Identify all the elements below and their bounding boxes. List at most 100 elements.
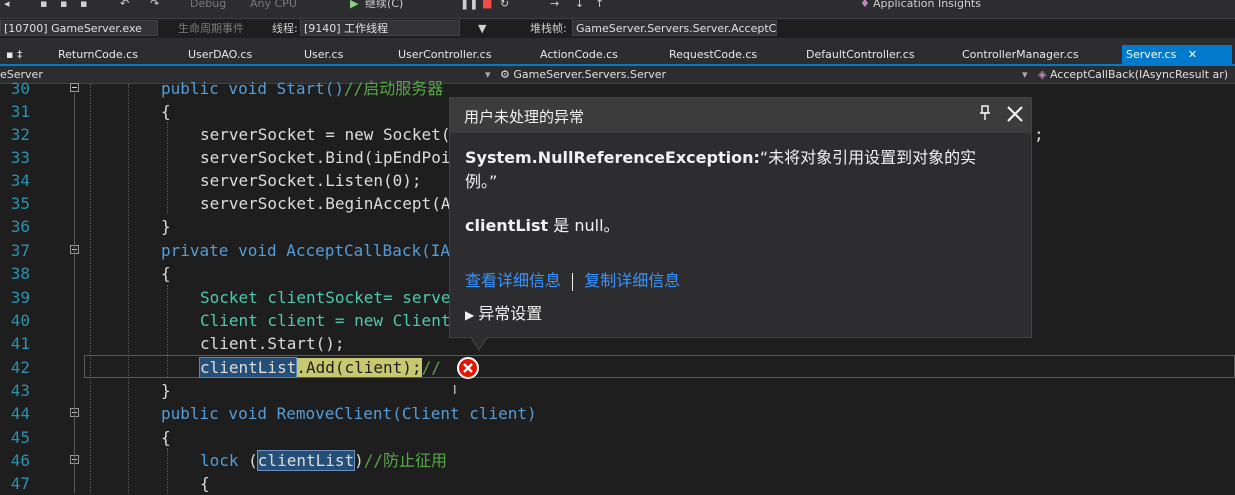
process-combo[interactable]: [10700] GameServer.exe (0, 20, 158, 36)
undo-icon[interactable]: ↶ (120, 0, 129, 11)
exception-links: 查看详细信息 复制详细信息 (465, 269, 680, 293)
tab-returncode[interactable]: ReturnCode.cs (58, 45, 138, 65)
line-number: 30 (10, 79, 30, 98)
current-statement-highlight: .Add(client); (296, 358, 422, 377)
tab-requestcode[interactable]: RequestCode.cs (669, 45, 757, 65)
collapse-toggle[interactable] (70, 83, 79, 92)
debug-toolbar: ◂ ▪ ▪ ▪ ↶ ↷ Debug Any CPU ▶ 继续(C) ❚❚ ■ ↻… (0, 0, 1235, 36)
save-icon[interactable]: ▪ (80, 0, 87, 11)
stackframe-combo[interactable]: GameServer.Servers.Server.AcceptCall (572, 20, 777, 36)
line-number: 34 (10, 171, 30, 190)
code-token: public void Start() (161, 79, 345, 98)
member-dropdown-label: AcceptCallBack(IAsyncResult ar) (1049, 68, 1229, 81)
code-line[interactable]: { (200, 472, 210, 495)
code-line[interactable]: lock (clientList)//防止征用 (200, 449, 447, 472)
code-line[interactable]: } (161, 379, 171, 402)
pin-icon[interactable]: ▪ ‡ (6, 45, 22, 65)
code-line[interactable]: private void AcceptCallBack(IAs (161, 239, 460, 262)
code-line[interactable]: serverSocket.Listen(0); (200, 169, 422, 192)
stop-icon[interactable]: ■ (482, 0, 492, 11)
exception-header: 用户未处理的异常 (450, 98, 1031, 133)
code-comment: //防止征用 (363, 451, 448, 470)
restart-icon[interactable]: ↻ (500, 0, 509, 11)
exception-detail-text: 是 null。 (548, 216, 620, 235)
platform-combo[interactable]: Any CPU (250, 0, 297, 11)
exception-type: System.NullReferenceException: (465, 148, 760, 167)
member-dropdown[interactable]: ◈ AcceptCallBack(IAsyncResult ar) (1038, 67, 1228, 82)
code-line[interactable]: public void Start()//启动服务器 (161, 77, 443, 100)
indent-guide (167, 448, 168, 494)
redo-icon[interactable]: ↷ (150, 0, 159, 11)
line-number: 46 (10, 451, 30, 470)
code-keyword: lock (200, 451, 239, 470)
tab-server-active[interactable]: Server.cs ✕ (1122, 45, 1232, 65)
code-line[interactable]: serverSocket.Bind(ipEndPoi (200, 146, 450, 169)
class-dropdown-label: GameServer.Servers.Server (513, 68, 667, 81)
code-line-exception[interactable]: clientList.Add(client);// (198, 356, 441, 379)
app-insights-button[interactable]: Application Insights (873, 0, 981, 11)
code-line[interactable]: } (161, 215, 171, 238)
code-line[interactable]: serverSocket.BeginAccept(Ac (200, 192, 460, 215)
exception-message: System.NullReferenceException:“未将对象引用设置到… (465, 146, 976, 170)
thread-label: 线程: (272, 22, 298, 35)
tab-server-label: Server.cs (1126, 48, 1177, 61)
code-line[interactable]: Client client = new Client (200, 309, 450, 332)
line-number: 41 (10, 334, 30, 353)
tab-close-icon[interactable]: ✕ (1188, 48, 1197, 61)
expand-arrow-icon: ▶ (465, 308, 475, 322)
back-icon[interactable]: ◂ (4, 0, 10, 11)
code-line[interactable]: { (161, 100, 171, 123)
exception-settings-toggle[interactable]: ▶ 异常设置 (465, 302, 542, 327)
step-over-icon[interactable]: → (550, 0, 559, 11)
code-comment: // (421, 358, 441, 377)
code-line[interactable]: { (161, 426, 171, 449)
play-icon[interactable]: ▶ (350, 0, 358, 11)
tab-user[interactable]: User.cs (304, 45, 343, 65)
filter-icon[interactable]: ▼ (478, 22, 486, 36)
step-into-icon[interactable]: ↓ (575, 0, 584, 11)
exception-detail-var: clientList (465, 216, 549, 235)
config-combo[interactable]: Debug (190, 0, 226, 11)
tab-userdao[interactable]: UserDAO.cs (188, 45, 252, 65)
code-line[interactable]: client.Start(); (200, 332, 345, 355)
line-number: 33 (10, 148, 30, 167)
close-icon[interactable] (1006, 105, 1024, 126)
stackframe-label: 堆栈帧: (530, 22, 567, 35)
text-cursor-icon: I (453, 383, 457, 397)
exception-message-text: “未将对象引用设置到对象的实 (759, 148, 977, 167)
line-number: 31 (10, 102, 30, 121)
exception-settings-label: 异常设置 (478, 304, 543, 323)
tab-actioncode[interactable]: ActionCode.cs (540, 45, 618, 65)
pin-icon[interactable] (979, 105, 991, 125)
code-line-tail: ; (1034, 125, 1044, 144)
class-dropdown-arrow-icon[interactable]: ▾ (1022, 67, 1028, 82)
selected-identifier: clientList (198, 357, 298, 378)
new-project-icon[interactable]: ▪ (40, 0, 47, 11)
code-line[interactable]: serverSocket = new Socket( (200, 123, 450, 146)
continue-button[interactable]: 继续(C) (365, 0, 403, 11)
tab-defaultcontroller[interactable]: DefaultController.cs (806, 45, 915, 65)
tab-usercontroller[interactable]: UserController.cs (398, 45, 491, 65)
line-number: 38 (10, 264, 30, 283)
thread-combo[interactable]: [9140] 工作线程 (300, 20, 460, 36)
code-line[interactable]: public void RemoveClient(Client client) (161, 402, 537, 425)
code-line[interactable]: { (161, 262, 171, 285)
line-number: 37 (10, 241, 30, 260)
step-out-icon[interactable]: ↑ (595, 0, 604, 11)
line-number: 32 (10, 125, 30, 144)
exception-title: 用户未处理的异常 (464, 108, 585, 126)
view-details-link[interactable]: 查看详细信息 (465, 271, 561, 290)
line-number: 42 (10, 358, 30, 377)
tab-controllermanager[interactable]: ControllerManager.cs (962, 45, 1079, 65)
error-icon[interactable] (457, 357, 479, 379)
open-icon[interactable]: ▪ (60, 0, 67, 11)
lifecycle-events-button[interactable]: 生命周期事件 (178, 22, 244, 36)
bulb-icon[interactable]: ♦ (860, 0, 870, 11)
popup-pointer-fill (471, 336, 487, 349)
copy-details-link[interactable]: 复制详细信息 (584, 271, 680, 290)
exception-detail: clientList 是 null。 (465, 214, 620, 238)
code-line[interactable]: Socket clientSocket= server (200, 286, 460, 309)
project-dropdown-arrow-icon[interactable]: ▾ (485, 67, 491, 82)
class-dropdown[interactable]: ⚙ GameServer.Servers.Server (500, 67, 666, 82)
pause-icon[interactable]: ❚❚ (460, 0, 478, 11)
